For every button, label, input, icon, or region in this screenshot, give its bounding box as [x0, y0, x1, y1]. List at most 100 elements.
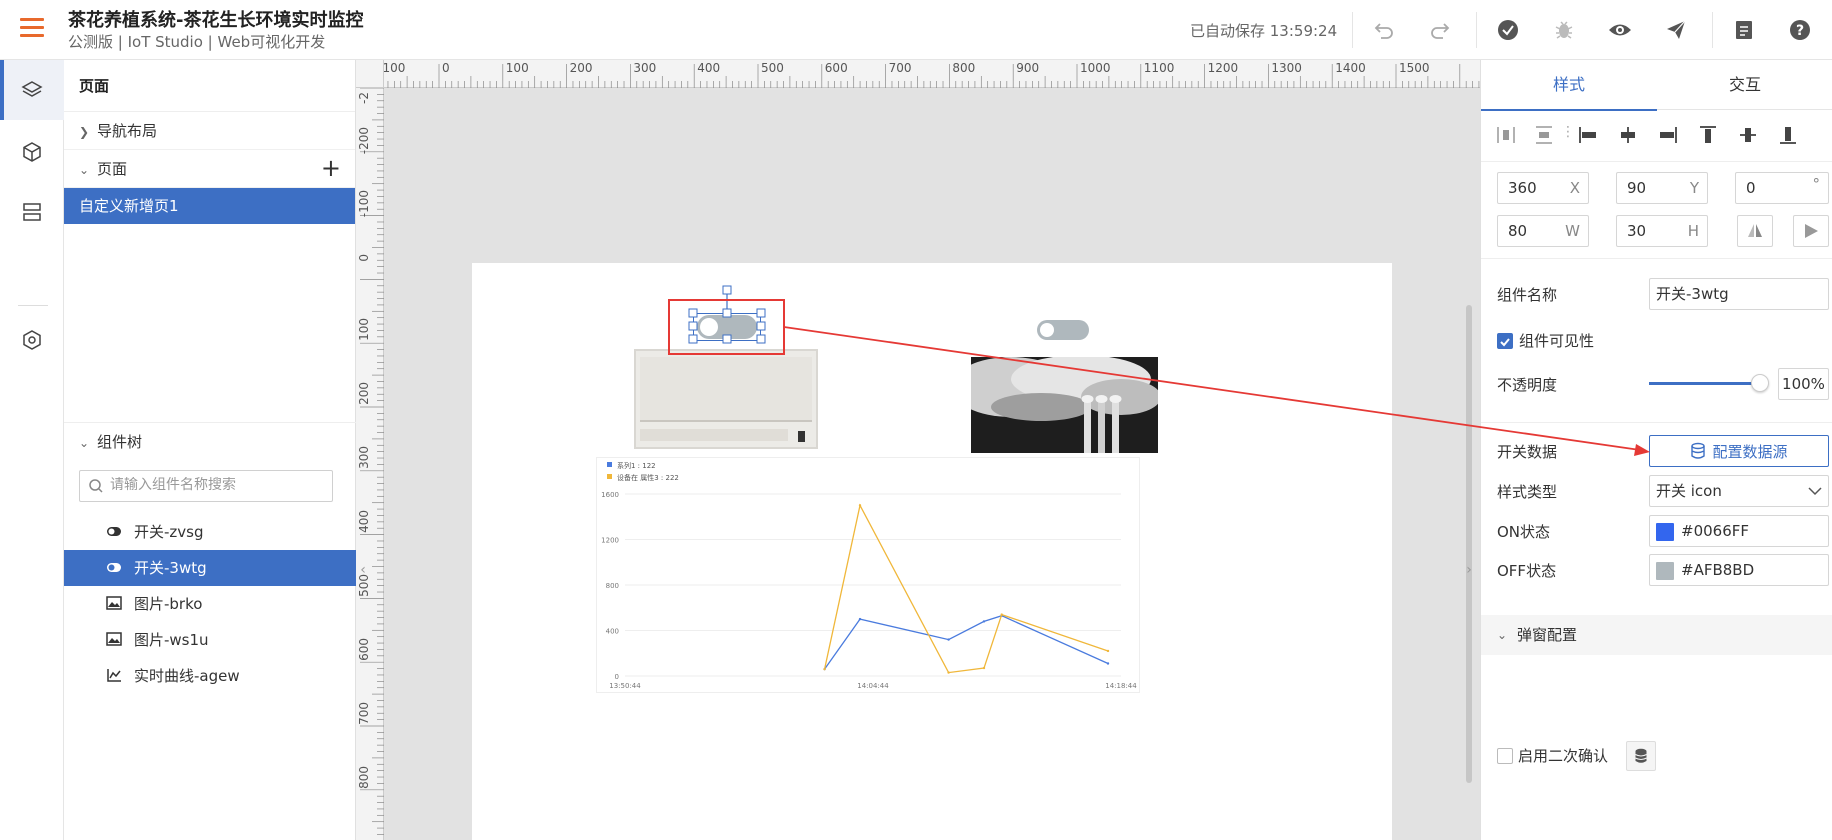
confirm-label: 启用二次确认: [1518, 747, 1609, 765]
chart-point: [1106, 662, 1110, 665]
off-state-color-input[interactable]: #AFB8BD: [1649, 554, 1829, 586]
ruler-label: 300: [633, 61, 656, 75]
preview-eye-icon[interactable]: [1606, 16, 1634, 44]
align-middle-v-icon[interactable]: [1737, 124, 1759, 146]
y-position-field[interactable]: 90 Y: [1616, 172, 1708, 204]
align-top-icon[interactable]: [1697, 124, 1719, 146]
chart-point: [823, 667, 826, 671]
chart-point: [982, 666, 986, 670]
ruler-label: 400: [357, 510, 371, 533]
component-tree-header[interactable]: ⌄ 组件树: [64, 422, 356, 460]
debug-icon[interactable]: [1550, 16, 1578, 44]
component-cube-icon[interactable]: [0, 122, 64, 182]
header-divider: [1476, 12, 1477, 48]
property-tabs: 样式 交互: [1481, 60, 1832, 111]
editor-canvas[interactable]: -100010020030040050060070080090010001100…: [356, 60, 1480, 840]
opacity-slider-knob[interactable]: [1751, 374, 1769, 392]
chart-point: [982, 620, 986, 623]
pages-group[interactable]: ⌄ 页面 +: [64, 150, 355, 188]
off-color-swatch[interactable]: [1656, 562, 1674, 580]
switch-zvsg[interactable]: [1037, 320, 1089, 340]
check-icon[interactable]: [1494, 16, 1522, 44]
tab-style[interactable]: 样式: [1481, 60, 1657, 111]
toolbar-divider: ⋮: [1561, 124, 1575, 140]
header-divider: [1712, 12, 1713, 48]
ruler-label: 500: [761, 61, 784, 75]
vertical-scrollbar[interactable]: [1466, 305, 1472, 783]
align-bottom-icon[interactable]: [1777, 124, 1799, 146]
chart-point: [1000, 613, 1003, 616]
image-smoke-pipes[interactable]: [951, 355, 1161, 453]
align-center-h-icon[interactable]: [1617, 124, 1639, 146]
publish-send-icon[interactable]: [1662, 16, 1690, 44]
chart-y-tick-label: 1600: [601, 491, 619, 499]
realtime-chart-agew[interactable]: 0 400 800 1200 1600 13:50:44 14:04:44 14:18:44 系…: [596, 457, 1140, 693]
on-color-swatch[interactable]: [1656, 523, 1674, 541]
page-item-selected[interactable]: 自定义新增页1: [64, 188, 355, 224]
opacity-input[interactable]: 100%: [1778, 368, 1829, 400]
redo-icon[interactable]: [1426, 16, 1454, 44]
switch-3wtg-selected[interactable]: [688, 285, 766, 344]
align-left-icon[interactable]: [1577, 124, 1599, 146]
flip-vertical-button[interactable]: [1793, 215, 1829, 247]
tree-item[interactable]: 实时曲线-agew: [64, 658, 356, 694]
popup-config-label: 弹窗配置: [1517, 626, 1578, 644]
component-name-input[interactable]: 开关-3wtg: [1649, 278, 1829, 310]
flip-horizontal-button[interactable]: [1737, 215, 1773, 247]
distribute-vertical-icon[interactable]: [1533, 124, 1555, 146]
resize-handles[interactable]: [687, 285, 767, 345]
document-icon[interactable]: [1730, 16, 1758, 44]
chevron-down-icon: ⌄: [79, 436, 90, 450]
tree-item-label: 开关-zvsg: [134, 523, 204, 541]
tree-item[interactable]: 开关-zvsg: [64, 514, 356, 550]
tree-item-selected[interactable]: 开关-3wtg: [64, 550, 356, 586]
style-type-select[interactable]: 开关 icon: [1649, 475, 1829, 507]
width-unit: W: [1565, 222, 1580, 240]
ruler-label: 200: [357, 382, 371, 405]
tree-item[interactable]: 图片-ws1u: [64, 622, 356, 658]
width-field[interactable]: 80 W: [1497, 215, 1589, 247]
undo-icon[interactable]: [1370, 16, 1398, 44]
chart-legend-swatch: [607, 474, 612, 479]
header-divider: [1352, 12, 1353, 48]
collapse-right-icon[interactable]: ›: [1462, 555, 1476, 585]
layers-icon[interactable]: [0, 60, 64, 120]
visibility-checkbox[interactable]: [1497, 333, 1513, 349]
settings-hex-icon[interactable]: [0, 310, 64, 370]
help-icon[interactable]: ?: [1786, 16, 1814, 44]
rotation-field[interactable]: 0 °: [1735, 172, 1829, 204]
confirm-datasource-button[interactable]: [1626, 741, 1656, 771]
component-search-input[interactable]: [110, 477, 320, 493]
align-right-icon[interactable]: [1657, 124, 1679, 146]
distribute-horizontal-icon[interactable]: [1495, 124, 1517, 146]
chevron-right-icon: ❯: [79, 125, 90, 139]
panel-title: 页面: [64, 60, 355, 112]
design-page[interactable]: 0 400 800 1200 1600 13:50:44 14:04:44 14:18:44 系…: [472, 263, 1392, 840]
layout-icon[interactable]: [0, 182, 64, 242]
collapse-left-icon[interactable]: ‹: [356, 555, 370, 585]
tree-item[interactable]: 图片-brko: [64, 586, 356, 622]
width-value: 80: [1508, 222, 1528, 240]
image-air-conditioner[interactable]: [634, 349, 818, 449]
on-state-color-input[interactable]: #0066FF: [1649, 515, 1829, 547]
divider: [1481, 422, 1832, 423]
visibility-label: 组件可见性: [1519, 332, 1595, 350]
confirm-checkbox[interactable]: [1497, 748, 1513, 764]
x-position-field[interactable]: 360 X: [1497, 172, 1589, 204]
line-chart: 0 400 800 1200 1600 13:50:44 14:04:44 14:18:44 系…: [601, 461, 1137, 690]
configure-datasource-button[interactable]: 配置数据源: [1649, 435, 1829, 467]
chart-legend-label: 系列1 : 122: [617, 461, 656, 470]
search-icon: [89, 479, 103, 493]
add-page-icon[interactable]: +: [321, 150, 341, 186]
menu-icon[interactable]: [20, 18, 44, 40]
database-icon: [1691, 442, 1706, 459]
off-state-label: OFF状态: [1497, 562, 1557, 580]
opacity-slider-track[interactable]: [1649, 382, 1759, 385]
tab-interaction[interactable]: 交互: [1657, 60, 1832, 110]
ruler-label: -2: [357, 92, 371, 104]
height-field[interactable]: 30 H: [1616, 215, 1708, 247]
component-search[interactable]: [79, 470, 333, 502]
chart-legend-swatch: [607, 462, 612, 467]
popup-config-section[interactable]: ⌄ 弹窗配置: [1481, 615, 1832, 655]
nav-layout-item[interactable]: ❯ 导航布局: [64, 112, 355, 150]
